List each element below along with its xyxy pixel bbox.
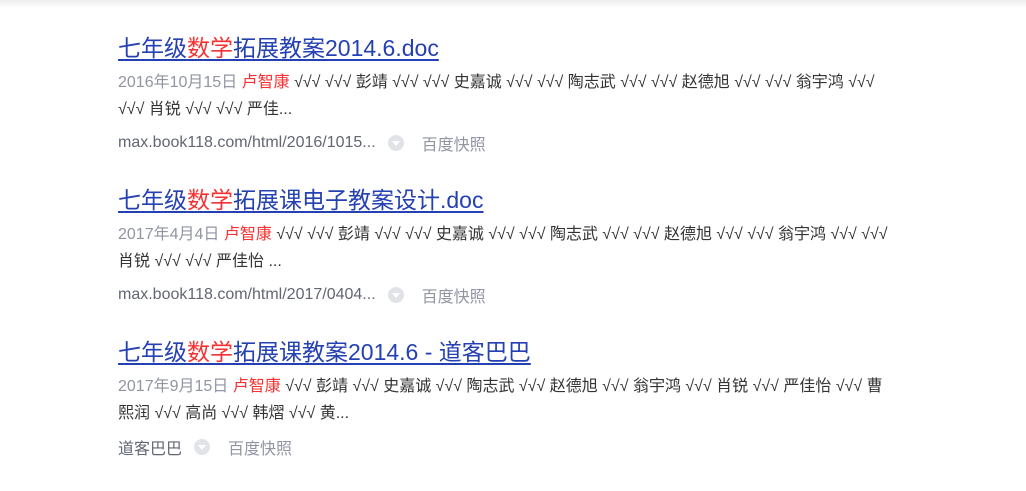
result-source-row: max.book118.com/html/2016/1015... 百度快照 <box>118 131 898 155</box>
cache-link[interactable]: 百度快照 <box>228 435 292 459</box>
cache-link[interactable]: 百度快照 <box>422 131 486 155</box>
title-highlight: 数学 <box>187 339 233 365</box>
result-abstract: 2017年9月15日 卢智康 √√√ 彭靖 √√√ 史嘉诚 √√√ 陶志武 √√… <box>118 373 888 427</box>
chevron-down-icon[interactable] <box>387 287 404 303</box>
cache-link[interactable]: 百度快照 <box>422 283 486 307</box>
chevron-down-icon[interactable] <box>194 439 211 455</box>
title-text: 拓展课教案2014.6 - 道客巴巴 <box>233 339 531 365</box>
result-title-link[interactable]: 七年级数学拓展课电子教案设计.doc <box>118 184 898 217</box>
result-title-link[interactable]: 七年级数学拓展教案2014.6.doc <box>118 32 898 65</box>
search-result: 七年级数学拓展课教案2014.6 - 道客巴巴 2017年9月15日 卢智康 √… <box>118 336 898 459</box>
result-source-url[interactable]: 道客巴巴 <box>118 435 182 459</box>
result-date: 2017年4月4日 <box>118 226 220 243</box>
title-text: 拓展教案2014.6.doc <box>233 35 439 61</box>
result-title-link[interactable]: 七年级数学拓展课教案2014.6 - 道客巴巴 <box>118 336 898 369</box>
result-abstract: 2017年4月4日 卢智康 √√√ √√√ 彭靖 √√√ √√√ 史嘉诚 √√√… <box>118 221 888 275</box>
result-source-url[interactable]: max.book118.com/html/2017/0404... <box>118 286 376 304</box>
result-source-row: max.book118.com/html/2017/0404... 百度快照 <box>118 283 898 307</box>
title-highlight: 数学 <box>187 35 233 61</box>
result-author-highlight: 卢智康 <box>232 378 281 395</box>
top-bar-shadow <box>0 0 1026 8</box>
title-text: 七年级 <box>118 187 187 213</box>
result-abstract: 2016年10月15日 卢智康 √√√ √√√ 彭靖 √√√ √√√ 史嘉诚 √… <box>118 69 888 123</box>
title-highlight: 数学 <box>187 187 233 213</box>
search-result: 七年级数学拓展课电子教案设计.doc 2017年4月4日 卢智康 √√√ √√√… <box>118 184 898 307</box>
search-result: 七年级数学拓展教案2014.6.doc 2016年10月15日 卢智康 √√√ … <box>118 32 898 155</box>
result-author-highlight: 卢智康 <box>241 74 290 91</box>
result-author-highlight: 卢智康 <box>223 226 272 243</box>
search-results-list: 七年级数学拓展教案2014.6.doc 2016年10月15日 卢智康 √√√ … <box>118 32 898 459</box>
title-text: 七年级 <box>118 339 187 365</box>
result-date: 2016年10月15日 <box>118 74 238 91</box>
result-source-url[interactable]: max.book118.com/html/2016/1015... <box>118 134 376 152</box>
result-date: 2017年9月15日 <box>118 378 229 395</box>
result-source-row: 道客巴巴 百度快照 <box>118 435 898 459</box>
title-text: 拓展课电子教案设计.doc <box>233 187 484 213</box>
title-text: 七年级 <box>118 35 187 61</box>
chevron-down-icon[interactable] <box>387 135 404 151</box>
